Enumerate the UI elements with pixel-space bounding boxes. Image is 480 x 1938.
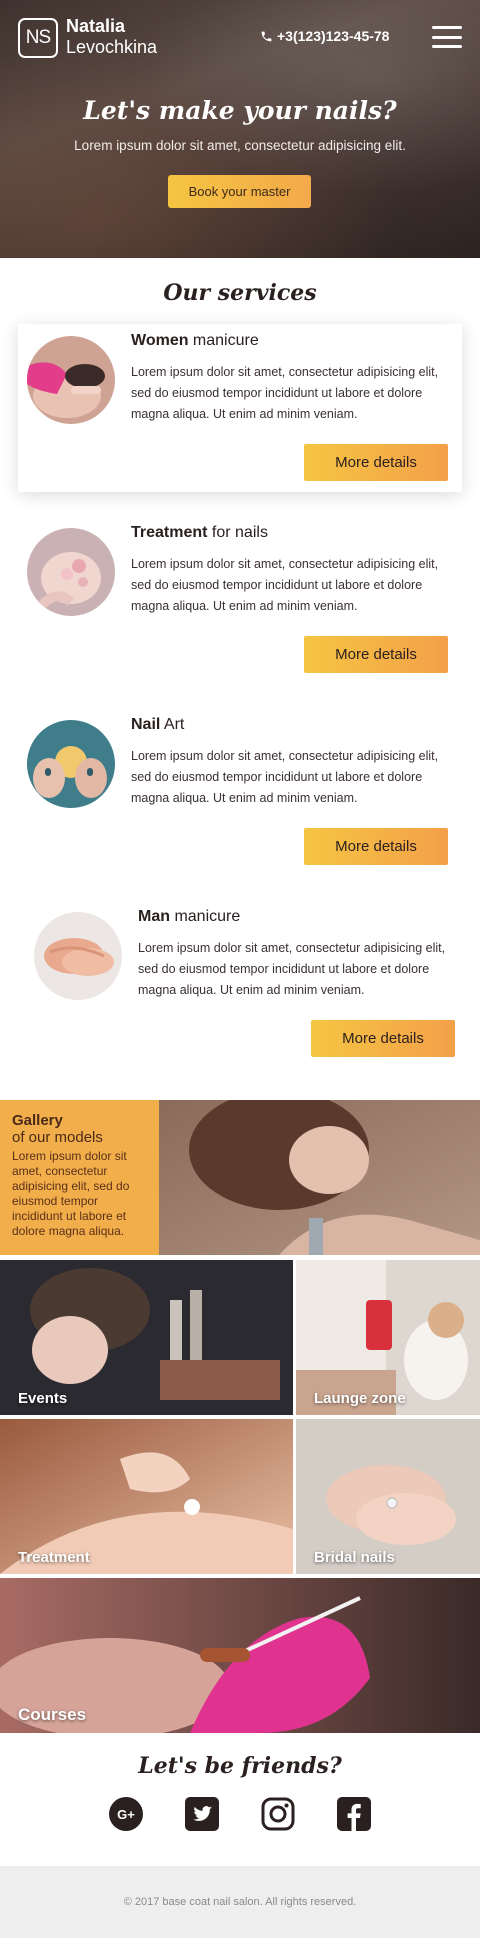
service-description: Lorem ipsum dolor sit amet, consectetur … xyxy=(131,749,439,805)
service-description: Lorem ipsum dolor sit amet, consectetur … xyxy=(131,557,439,613)
service-card-treatment: Treatment for nails Lorem ipsum dolor si… xyxy=(18,516,462,684)
footer: © 2017 base coat nail salon. All rights … xyxy=(0,1866,480,1938)
tile-label-courses: Courses xyxy=(18,1705,87,1724)
service-image-man-manicure xyxy=(34,912,122,1000)
hero-section: NS Natalia Levochkina +3(123)123-45-78 L… xyxy=(0,0,480,258)
hero-subtitle: Lorem ipsum dolor sit amet, consectetur … xyxy=(74,138,406,153)
tile-label-bridal-nails: Bridal nails xyxy=(314,1549,395,1566)
gallery-tile-courses[interactable]: Courses xyxy=(0,1578,480,1733)
hamburger-icon[interactable] xyxy=(432,26,462,48)
service-title: Women manicure xyxy=(131,332,259,349)
phone-link[interactable]: +3(123)123-45-78 xyxy=(260,28,389,44)
service-image-nail-art xyxy=(27,720,115,808)
more-details-button[interactable]: More details xyxy=(304,444,448,481)
google-plus-icon[interactable]: G+ xyxy=(109,1797,143,1831)
friends-title: Let's be friends? xyxy=(138,1753,342,1779)
gallery-tile-launge-zone[interactable]: Launge zone xyxy=(296,1260,480,1415)
more-details-button[interactable]: More details xyxy=(304,828,448,865)
twitter-icon[interactable] xyxy=(185,1797,219,1831)
more-details-button[interactable]: More details xyxy=(311,1020,455,1057)
gallery-text: Lorem ipsum dolor sit amet, consectetur … xyxy=(12,1149,130,1238)
phone-icon xyxy=(261,31,272,41)
gallery-hero-image[interactable] xyxy=(159,1100,480,1255)
brand-first-name: Natalia xyxy=(66,16,126,36)
brand-last-name: Levochkina xyxy=(66,37,158,57)
svg-text:G+: G+ xyxy=(117,1807,135,1822)
gallery-title: Gallery xyxy=(12,1112,63,1129)
service-title: Treatment for nails xyxy=(131,524,268,541)
service-description: Lorem ipsum dolor sit amet, consectetur … xyxy=(131,365,439,421)
tile-label-events: Events xyxy=(18,1390,68,1407)
copyright-text: © 2017 base coat nail salon. All rights … xyxy=(123,1896,357,1908)
gallery-tile-treatment[interactable]: Treatment xyxy=(0,1419,293,1574)
book-master-button[interactable]: Book your master xyxy=(168,175,311,208)
logo-text: NS xyxy=(25,27,51,48)
facebook-icon[interactable] xyxy=(337,1797,371,1831)
gallery-subtitle: of our models xyxy=(12,1129,103,1146)
service-image-treatment xyxy=(27,528,115,616)
hero-title: Let's make your nails? xyxy=(83,96,397,125)
service-card-women-manicure: Women manicure Lorem ipsum dolor sit ame… xyxy=(18,324,462,492)
service-image-women-manicure xyxy=(27,336,115,424)
service-title: Nail Art xyxy=(131,716,185,733)
service-description: Lorem ipsum dolor sit amet, consectetur … xyxy=(138,941,446,997)
gallery-intro: Gallery of our models Lorem ipsum dolor … xyxy=(0,1100,159,1255)
instagram-icon[interactable] xyxy=(261,1797,295,1831)
service-title: Man manicure xyxy=(138,908,241,925)
tile-label-launge-zone: Launge zone xyxy=(314,1390,406,1407)
gallery-tile-events[interactable]: Events xyxy=(0,1260,293,1415)
service-card-nail-art: Nail Art Lorem ipsum dolor sit amet, con… xyxy=(18,708,462,876)
services-title: Our services xyxy=(163,280,317,306)
brand-name[interactable]: Natalia Levochkina xyxy=(66,16,157,58)
more-details-button[interactable]: More details xyxy=(304,636,448,673)
tile-label-treatment: Treatment xyxy=(18,1549,90,1566)
phone-number: +3(123)123-45-78 xyxy=(277,28,390,44)
gallery-tile-bridal-nails[interactable]: Bridal nails xyxy=(296,1419,480,1574)
service-card-man-manicure: Man manicure Lorem ipsum dolor sit amet,… xyxy=(25,900,469,1068)
logo[interactable]: NS xyxy=(18,18,58,58)
